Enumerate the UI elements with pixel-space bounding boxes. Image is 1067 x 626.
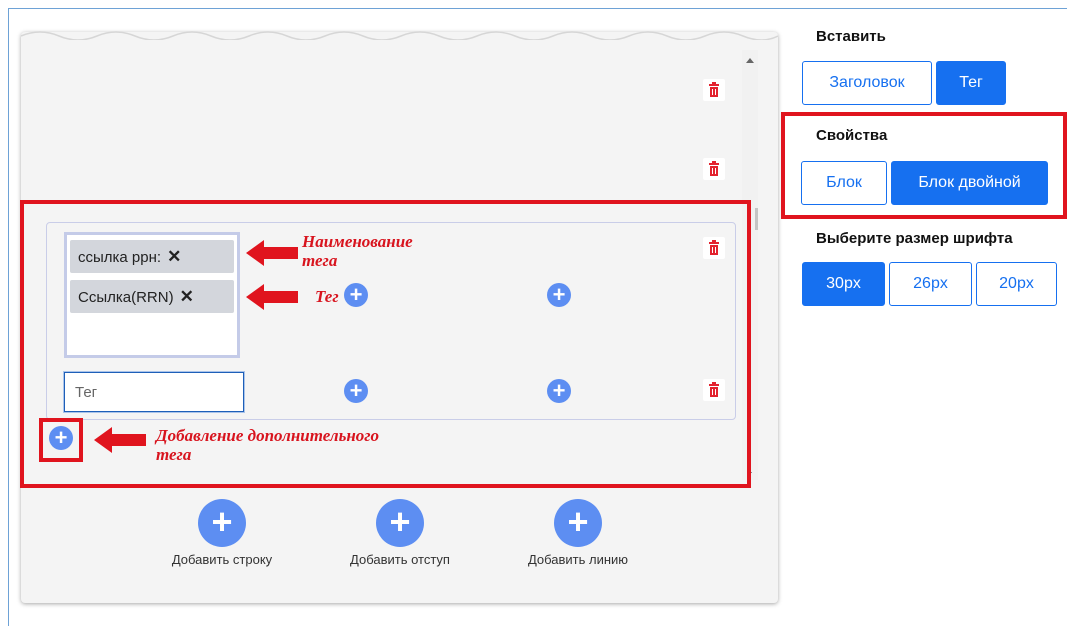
- page-frame-left: [8, 8, 9, 626]
- add-indent-label[interactable]: Добавить отступ: [320, 552, 480, 567]
- font-26px-button[interactable]: 26px: [889, 262, 972, 306]
- annotation-arrow-icon: [246, 284, 298, 310]
- trash-icon[interactable]: [703, 79, 725, 101]
- insert-title: Вставить: [816, 28, 886, 45]
- trash-icon[interactable]: [703, 158, 725, 180]
- insert-heading-button[interactable]: Заголовок: [802, 61, 932, 105]
- annotation-text: Добавление дополнительного: [156, 426, 380, 445]
- annotation-arrow-icon: [94, 427, 146, 453]
- annotation-text: тега: [302, 251, 338, 270]
- add-line-button[interactable]: +: [554, 499, 602, 547]
- annotation-tag: Тег: [315, 287, 339, 306]
- annotation-arrow-icon: [246, 240, 298, 266]
- page-frame-top: [8, 8, 1067, 9]
- add-row-label[interactable]: Добавить строку: [142, 552, 302, 567]
- double-block-button[interactable]: Блок двойной: [891, 161, 1048, 205]
- properties-title: Свойства: [816, 127, 888, 144]
- annotation-tag-name: Наименование тега: [302, 232, 413, 270]
- add-line-label[interactable]: Добавить линию: [498, 552, 658, 567]
- insert-tag-button[interactable]: Тег: [936, 61, 1006, 105]
- add-indent-button[interactable]: +: [376, 499, 424, 547]
- annotation-text: тега: [156, 445, 192, 464]
- font-size-title: Выберите размер шрифта: [816, 230, 1013, 247]
- scroll-up-arrow-icon[interactable]: [746, 58, 754, 63]
- block-button[interactable]: Блок: [801, 161, 887, 205]
- annotation-add-tag: Добавление дополнительного тега: [156, 426, 379, 464]
- font-30px-button[interactable]: 30px: [802, 262, 885, 306]
- add-row-button[interactable]: +: [198, 499, 246, 547]
- annotation-add-tag-highlight: [39, 418, 83, 462]
- annotation-text: Наименование: [302, 232, 413, 251]
- scroll-thumb[interactable]: [755, 208, 758, 230]
- torn-edge: [21, 31, 778, 40]
- font-20px-button[interactable]: 20px: [976, 262, 1057, 306]
